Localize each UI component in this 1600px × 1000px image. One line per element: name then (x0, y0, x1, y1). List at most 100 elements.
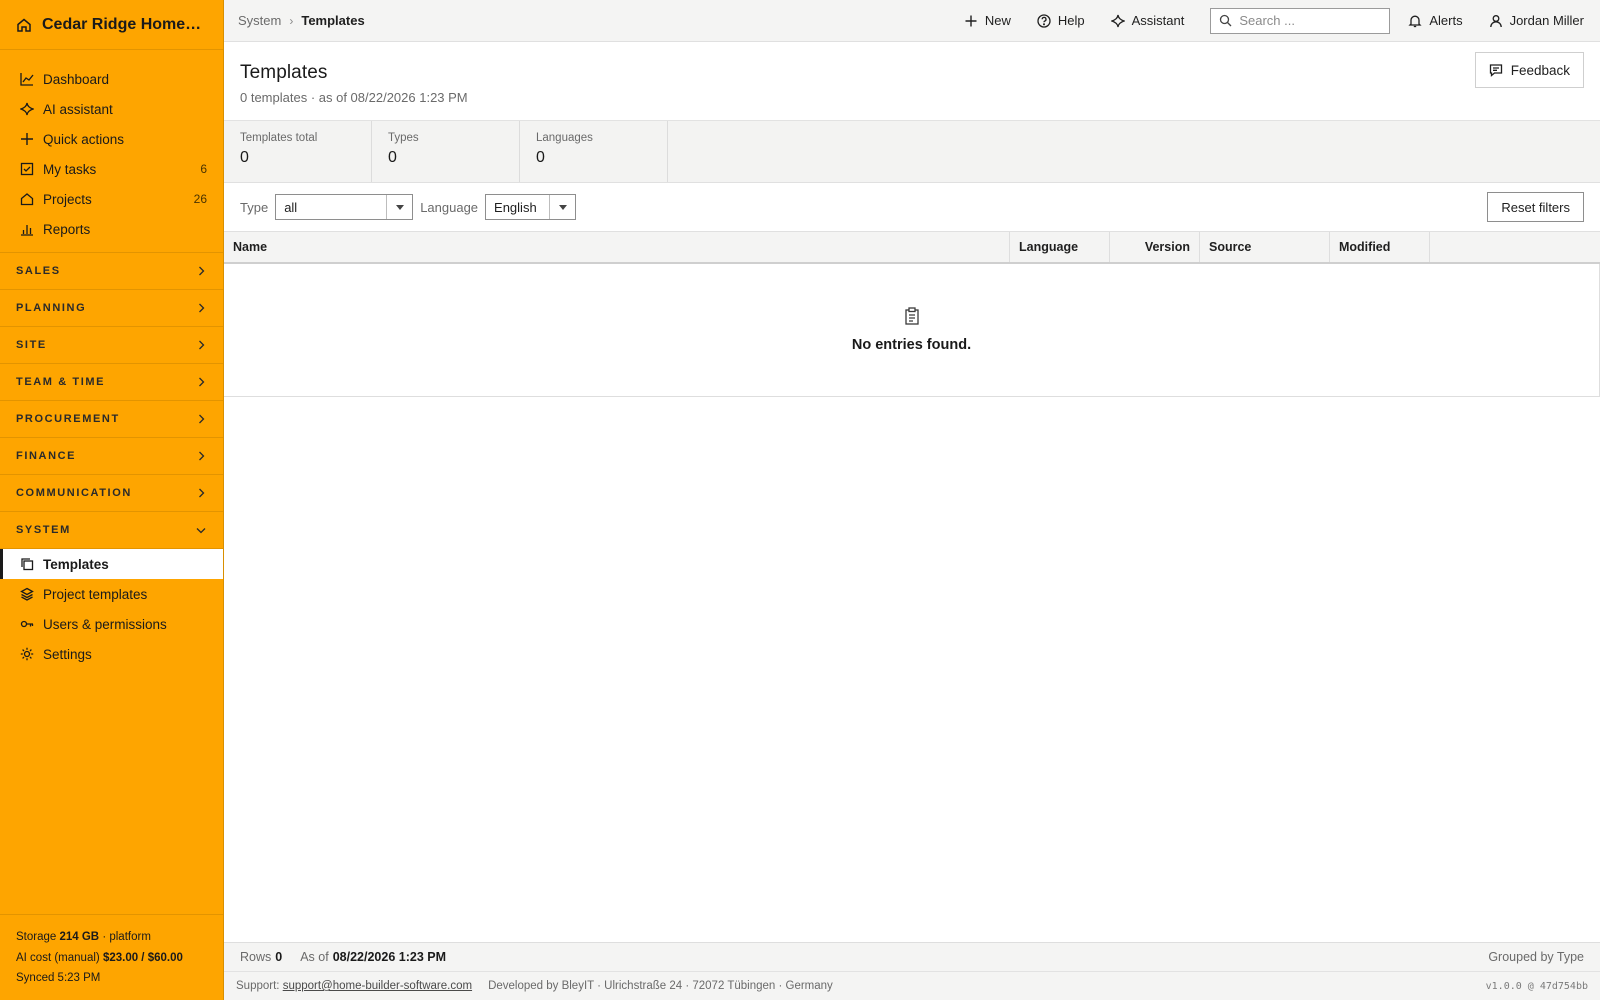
sidebar-item-dashboard[interactable]: Dashboard (0, 64, 223, 94)
section-label: SYSTEM (16, 524, 71, 536)
user-name: Jordan Miller (1509, 13, 1584, 28)
version-info: v1.0.0 @ 47d754bb (1485, 980, 1588, 992)
sidebar-footer: Storage 214 GB · platform AI cost (manua… (0, 914, 223, 1000)
column-header-version[interactable]: Version (1110, 232, 1200, 262)
asof-label: As of (300, 950, 329, 964)
chevron-right-icon (199, 414, 205, 424)
sidebar-item-label: Projects (43, 191, 92, 207)
sidebar-item-label: AI assistant (43, 101, 113, 117)
stat-value: 0 (240, 149, 249, 166)
language-select[interactable]: English (485, 194, 577, 220)
sidebar-item-label: Reports (43, 221, 91, 237)
section-label: TEAM & TIME (16, 376, 106, 388)
brand[interactable]: Cedar Ridge Homes L… (0, 0, 223, 50)
system-sub-nav: Templates Project templates Users & perm… (0, 549, 223, 669)
section-site[interactable]: SITE (0, 327, 223, 364)
key-icon (20, 620, 34, 628)
stat-label: Types (388, 132, 419, 144)
home-icon (17, 18, 31, 32)
user-menu[interactable]: Jordan Miller (1489, 13, 1584, 28)
search-box[interactable] (1210, 7, 1391, 34)
support-email-link[interactable]: support@home-builder-software.com (283, 980, 472, 992)
storage-info: Storage 214 GB · platform (16, 927, 207, 948)
sidebar-item-projects[interactable]: Projects 26 (0, 184, 223, 214)
message-square-icon (1489, 64, 1502, 77)
section-procurement[interactable]: PROCUREMENT (0, 401, 223, 438)
section-label: SITE (16, 339, 47, 351)
column-header-language[interactable]: Language (1010, 232, 1110, 262)
status-bar: Rows 0 As of 08/22/2026 1:23 PM Grouped … (224, 942, 1600, 971)
ai-cost-info: AI cost (manual) $23.00 / $60.00 (16, 948, 207, 969)
templates-table: Name Language Version Source Modified No… (224, 232, 1600, 397)
sidebar-item-label: Project templates (43, 586, 148, 602)
alerts-button[interactable]: Alerts (1408, 13, 1463, 28)
dropdown-arrow-icon[interactable] (549, 195, 575, 219)
type-filter-label: Type (240, 199, 269, 215)
section-communication[interactable]: COMMUNICATION (0, 475, 223, 512)
chevron-right-icon (199, 377, 205, 387)
section-label: PROCUREMENT (16, 413, 120, 425)
reset-filters-button[interactable]: Reset filters (1487, 192, 1584, 222)
stat-templates-total: Templates total 0 (224, 121, 372, 182)
section-system[interactable]: SYSTEM (0, 512, 223, 549)
asof-value: 08/22/2026 1:23 PM (332, 950, 446, 964)
sidebar-item-reports[interactable]: Reports (0, 214, 223, 244)
column-header-modified[interactable]: Modified (1330, 232, 1430, 262)
sidebar-item-ai-assistant[interactable]: AI assistant (0, 94, 223, 124)
page-title: Templates (240, 62, 328, 83)
rows-value: 0 (275, 950, 283, 964)
empty-state-text: No entries found. (851, 337, 972, 353)
section-label: COMMUNICATION (16, 487, 132, 499)
sidebar-item-quick-actions[interactable]: Quick actions (0, 124, 223, 154)
dropdown-arrow-icon[interactable] (386, 195, 412, 219)
new-button[interactable]: New (964, 13, 1011, 28)
sidebar-item-users-permissions[interactable]: Users & permissions (0, 609, 223, 639)
help-circle-icon (1037, 13, 1051, 28)
help-button[interactable]: Help (1037, 13, 1085, 28)
feedback-button[interactable]: Feedback (1474, 52, 1584, 88)
chevron-right-icon (199, 488, 205, 498)
sync-status: Synced 5:23 PM (16, 972, 101, 984)
language-select-value: English (494, 199, 537, 215)
column-header-source[interactable]: Source (1200, 232, 1330, 262)
sidebar-item-templates[interactable]: Templates (0, 549, 223, 579)
support-label: Support: (236, 980, 280, 992)
ai-cost-label: AI cost (manual) (16, 951, 100, 964)
stat-value: 0 (536, 149, 545, 166)
type-select-value: all (284, 199, 298, 215)
sidebar-item-project-templates[interactable]: Project templates (0, 579, 223, 609)
chevron-right-icon (199, 451, 205, 461)
topbar: System › Templates New Help Assistant Al… (224, 0, 1600, 42)
rows-label: Rows (240, 950, 272, 964)
column-header-name[interactable]: Name (224, 232, 1010, 262)
sidebar-item-settings[interactable]: Settings (0, 639, 223, 669)
sidebar-item-my-tasks[interactable]: My tasks 6 (0, 154, 223, 184)
sidebar-item-label: Templates (43, 556, 109, 572)
section-team-time[interactable]: TEAM & TIME (0, 364, 223, 401)
page-subtitle: 0 templates · as of 08/22/2026 1:23 PM (240, 90, 468, 105)
sidebar-item-label: Quick actions (43, 131, 125, 147)
sparkle-icon (1110, 14, 1125, 27)
breadcrumb-parent[interactable]: System (238, 13, 281, 28)
type-select[interactable]: all (275, 194, 414, 220)
checkbox-icon (20, 162, 34, 176)
search-input[interactable] (1239, 13, 1380, 28)
task-count-badge: 6 (200, 162, 207, 176)
stat-label: Languages (536, 132, 593, 144)
storage-value: 214 GB (59, 931, 100, 943)
sidebar-item-label: Settings (43, 646, 92, 662)
section-label: PLANNING (16, 302, 87, 314)
stat-label: Templates total (240, 132, 318, 144)
chevron-right-icon (199, 340, 205, 350)
section-sales[interactable]: SALES (0, 253, 223, 290)
stats-strip: Templates total 0 Types 0 Languages 0 (224, 121, 1600, 183)
assistant-button[interactable]: Assistant (1110, 13, 1184, 28)
user-icon (1489, 14, 1502, 27)
stat-value: 0 (388, 149, 397, 166)
section-planning[interactable]: PLANNING (0, 290, 223, 327)
section-finance[interactable]: FINANCE (0, 438, 223, 475)
layers-icon (20, 587, 34, 601)
breadcrumb-current: Templates (301, 13, 365, 28)
page-header: Templates 0 templates · as of 08/22/2026… (224, 42, 1600, 121)
sparkle-icon (20, 102, 34, 116)
